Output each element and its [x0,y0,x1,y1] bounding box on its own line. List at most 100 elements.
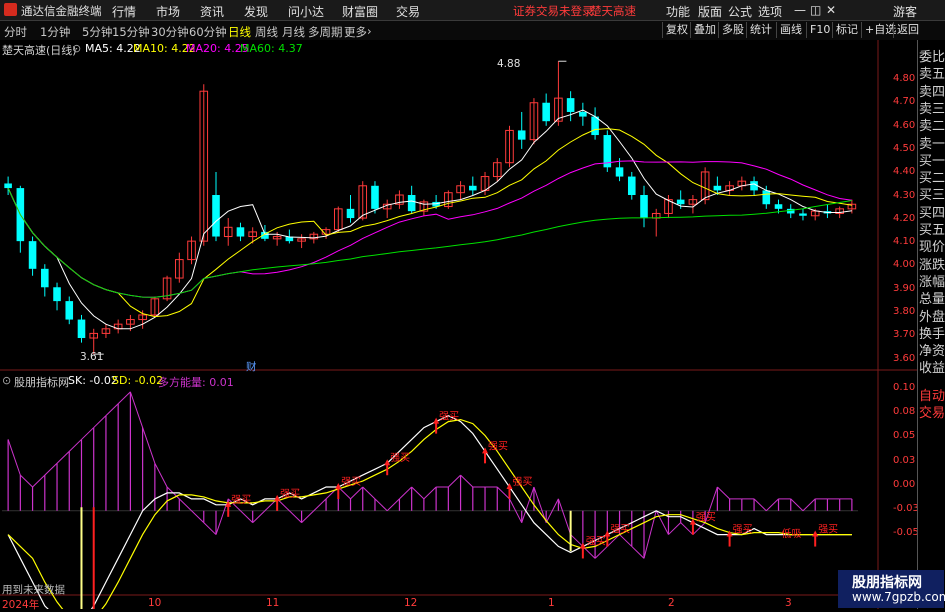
y-tick-main: 4.00 [893,259,915,270]
panel-item[interactable]: 卖一 [919,133,945,152]
y-tick-main: 4.20 [893,213,915,224]
buy-label: 强买 [818,524,838,536]
buy-label: 强买 [341,476,361,488]
energy-line [192,511,204,523]
energy-line [766,499,778,511]
energy-line [412,487,424,499]
candle-body [799,213,807,215]
candle-body [714,186,722,191]
energy-line [302,511,314,523]
candle-body [4,183,12,188]
candle-body [677,200,685,205]
energy-line [204,523,216,535]
energy-line [8,439,20,475]
energy-line [791,499,803,511]
panel-item[interactable]: 现价 [919,236,945,255]
buy-label: 强买 [610,524,630,536]
panel-item[interactable]: 收益 [919,357,945,376]
energy-line [399,487,411,499]
panel-item[interactable]: 交易 [919,402,945,421]
energy-line [289,511,301,523]
y-tick-main: 4.10 [893,236,915,247]
future-data-note: 用到未来数据 [2,582,65,597]
sk-line [8,416,852,609]
panel-item[interactable]: 卖三 [919,98,945,117]
y-tick-sub: 0.10 [893,382,915,393]
energy-line [620,535,632,547]
panel-item[interactable]: 换手 [919,323,945,342]
panel-item[interactable]: 买一 [919,150,945,169]
panel-item[interactable]: 涨跌 [919,254,945,273]
sd-line [8,420,852,609]
energy-line [106,404,118,416]
energy-line [155,463,167,487]
energy-line [351,487,363,499]
finance-marker[interactable]: 财 [246,359,257,374]
low-buy-label: 低吸 [782,527,802,540]
panel-item[interactable]: 买二 [919,167,945,186]
panel-item[interactable]: 买四 [919,202,945,221]
y-tick-main: 4.40 [893,166,915,177]
ma10-line [8,129,852,317]
energy-line [253,511,265,523]
buy-label: 强买 [390,452,410,464]
energy-line [143,428,155,464]
candle-body [640,195,648,218]
y-tick-main: 4.60 [893,120,915,131]
kline-chart[interactable]: 强买强买强买强买强买强买强买强买强买强买强买强买强买低吸 [0,0,945,609]
y-tick-main: 3.80 [893,306,915,317]
energy-line [803,499,815,511]
energy-line [595,546,607,558]
y-tick-main: 4.30 [893,190,915,201]
candle-body [518,130,526,139]
candle-body [591,117,599,135]
candle-body [41,269,49,287]
energy-line [387,499,399,511]
energy-line [45,463,57,475]
candle-body [53,287,61,301]
panel-item[interactable]: 买五 [919,219,945,238]
buy-label: 强买 [586,535,606,547]
panel-item[interactable]: 涨幅 [919,271,945,290]
candle-body [371,186,379,209]
candle-body [579,112,587,117]
energy-line [461,475,473,487]
x-tick-label: 10 [148,597,161,609]
x-tick-label: 11 [266,597,279,609]
watermark-name: 股朋指标网 [852,572,922,592]
buy-label: 强买 [512,476,532,488]
energy-line [448,475,460,487]
candle-body [212,195,220,237]
buy-label: 强买 [439,411,459,423]
ma20-line [8,161,852,297]
panel-item[interactable]: 净资 [919,340,945,359]
candle-body [408,195,416,211]
panel-item[interactable]: 外盘 [919,306,945,325]
candle-body [616,167,624,176]
candle-body [237,227,245,236]
energy-line [558,499,570,535]
y-tick-main: 4.50 [893,143,915,154]
y-tick-sub: -0.03 [893,503,919,514]
candle-body [347,209,355,218]
panel-item[interactable]: 卖二 [919,115,945,134]
x-tick-label: 1 [548,597,555,609]
panel-item[interactable]: 卖五 [919,63,945,82]
y-tick-sub: -0.05 [893,527,919,538]
y-tick-sub: 0.00 [893,479,915,490]
panel-item[interactable]: 总量 [919,288,945,307]
candle-body [65,301,73,319]
x-tick-label: 2 [668,597,675,609]
energy-line [33,475,45,487]
energy-line [57,451,69,463]
candle-body [762,190,770,204]
energy-line [118,392,130,404]
energy-line [81,428,93,440]
energy-line [375,499,387,511]
panel-item[interactable]: 卖四 [919,81,945,100]
energy-line [179,499,191,511]
energy-line [130,392,142,428]
panel-item[interactable]: 委比 [919,46,945,65]
panel-item[interactable]: 买三 [919,184,945,203]
y-tick-main: 4.80 [893,73,915,84]
